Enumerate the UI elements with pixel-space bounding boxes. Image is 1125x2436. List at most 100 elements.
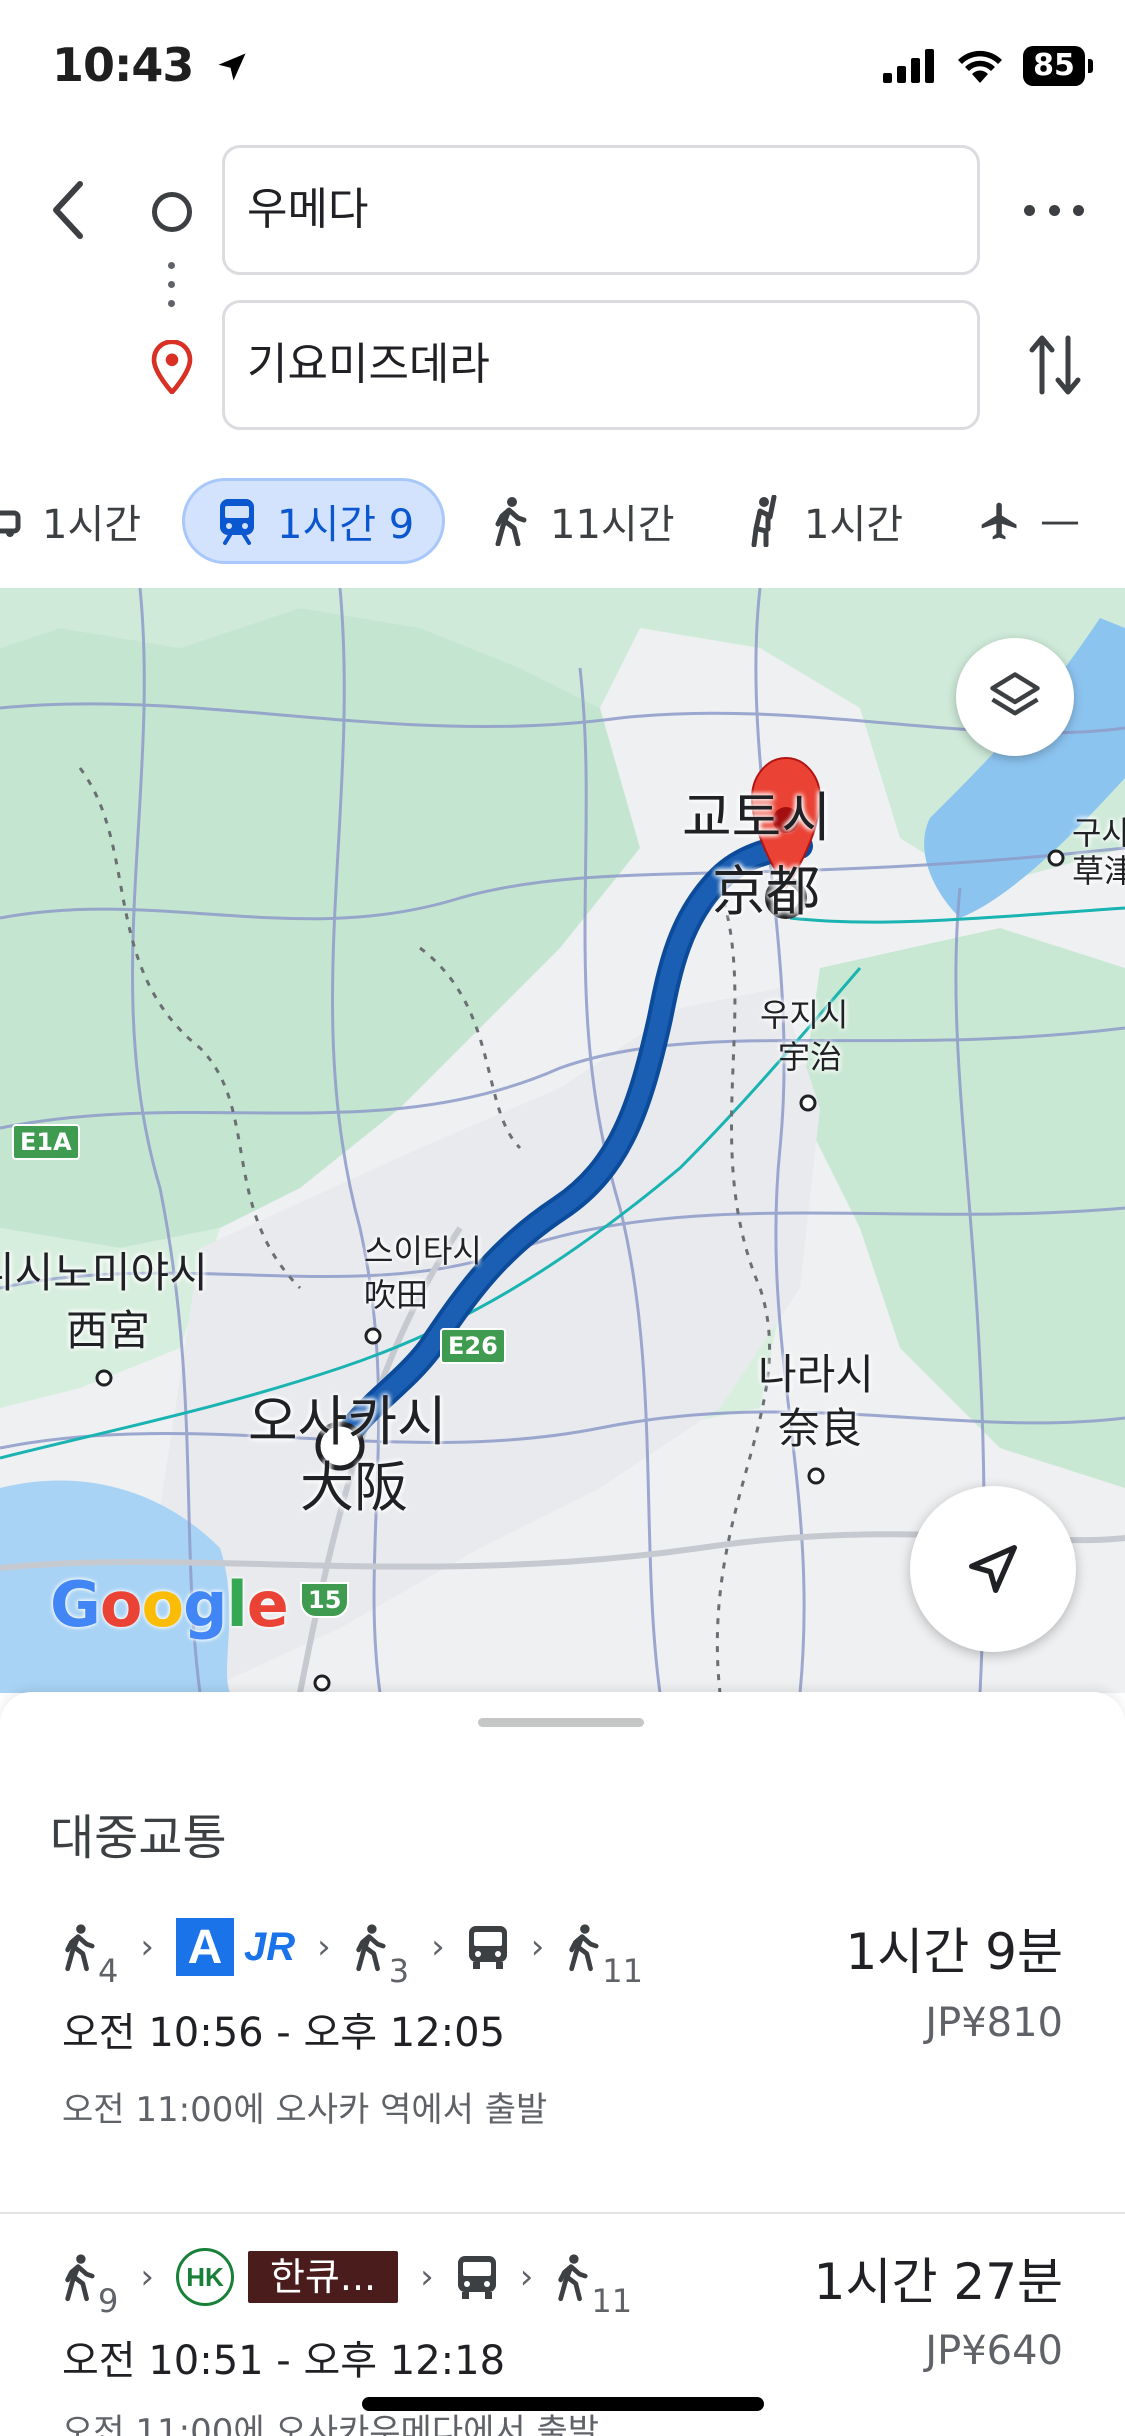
map-label-suita: 스이타시 xyxy=(364,1232,482,1270)
route-duration: 1시간 9분 xyxy=(845,1923,1063,1981)
origin-circle-icon xyxy=(152,192,192,232)
map-label-osaka-jp: 大阪 xyxy=(300,1456,408,1519)
map-label-nara: 나라시 xyxy=(758,1350,874,1399)
walk-icon xyxy=(488,496,532,546)
walk-minutes: 11 xyxy=(591,2282,633,2320)
route-fare: JP¥640 xyxy=(925,2328,1063,2374)
walk-minutes: 11 xyxy=(602,1952,644,1990)
route-fare: JP¥810 xyxy=(925,2000,1063,2046)
tab-ride-hail[interactable]: 1시간 xyxy=(742,478,903,564)
home-indicator[interactable] xyxy=(362,2397,764,2411)
route-steps: 4 › A JR › 3 › › 11 xyxy=(62,1902,643,1992)
car-icon xyxy=(0,496,24,546)
route-times: 오전 10:56 - 오후 12:05 xyxy=(62,2010,506,2056)
walk-minutes: 3 xyxy=(388,1952,410,1990)
chevron-right-icon: › xyxy=(420,2257,434,2297)
sheet-title: 대중교통 xyxy=(50,1810,227,1866)
destination-input[interactable]: 기요미즈데라 xyxy=(222,300,980,430)
walk-step: 9 xyxy=(62,2252,118,2320)
my-location-button[interactable] xyxy=(910,1486,1076,1652)
rail-line-badges: HK 한큐... xyxy=(175,2248,399,2306)
hankyu-line-name: 한큐... xyxy=(247,2251,399,2303)
route-times: 오전 10:51 - 오후 12:18 xyxy=(62,2338,506,2384)
walk-step: 3 xyxy=(353,1922,409,1990)
travel-mode-tabs: 1시간 1시간 9 11시간 1시간 — xyxy=(0,478,1125,568)
map-label-kusatsu-jp: 草津 xyxy=(1072,852,1125,890)
route-option-1[interactable]: 4 › A JR › 3 › › 11 1시간 9분 오전 10:56 - 오후 xyxy=(0,1902,1125,2212)
tab-drive[interactable]: 1시간 xyxy=(0,478,141,564)
battery-indicator: 85 xyxy=(1023,46,1093,86)
walk-icon xyxy=(569,1924,599,1972)
status-time: 10:43 xyxy=(52,38,250,92)
tab-drive-label: 1시간 xyxy=(42,502,142,548)
tab-transit[interactable]: 1시간 9 xyxy=(182,478,446,564)
walk-icon xyxy=(65,1924,95,1972)
map-label-nishinomiya-jp: 西宮 xyxy=(66,1306,151,1355)
route-header: 우메다 기요미즈데라 xyxy=(0,140,1125,440)
map-label-kyoto-jp: 京都 xyxy=(712,860,820,923)
walk-step: 11 xyxy=(555,2252,632,2320)
train-icon xyxy=(215,496,259,546)
tab-walk[interactable]: 11시간 xyxy=(488,478,675,564)
sheet-drag-handle[interactable] xyxy=(478,1718,644,1727)
route-shield-15: 15 xyxy=(300,1582,350,1618)
more-options-button[interactable] xyxy=(1024,190,1084,230)
bus-step xyxy=(456,2254,498,2300)
tab-walk-label: 11시간 xyxy=(550,502,675,548)
destination-pin-icon xyxy=(151,340,193,394)
tab-ride-label: 1시간 xyxy=(804,502,904,548)
highway-shield-e1a: E1A xyxy=(12,1124,80,1160)
layers-icon xyxy=(990,672,1040,716)
map-layers-button[interactable] xyxy=(956,638,1074,756)
map-label-osaka: 오사카시 xyxy=(248,1390,447,1453)
jr-logo: JR xyxy=(243,1924,296,1969)
hankyu-line-badge: HK xyxy=(175,2248,234,2306)
cellular-signal-icon xyxy=(883,49,934,83)
chevron-right-icon: › xyxy=(317,1927,331,1967)
map-label-uji: 우지시 xyxy=(760,996,849,1034)
chevron-right-icon: › xyxy=(140,2257,154,2297)
map-label-uji-jp: 宇治 xyxy=(778,1038,843,1076)
map-label-kusatsu: 구사 xyxy=(1072,814,1125,852)
highway-shield-e26: E26 xyxy=(440,1328,506,1364)
route-connector-dots xyxy=(166,262,176,312)
bus-icon xyxy=(468,1926,507,1969)
map-label-kyoto: 교토시 xyxy=(682,786,832,849)
bus-step xyxy=(467,1924,509,1970)
walk-icon xyxy=(65,2254,95,2302)
walk-icon xyxy=(558,2254,588,2302)
map-view[interactable]: 교토시 京都 구사 草津 우지시 宇治 스이타시 吹田 니시노미야시 西宮 오사… xyxy=(0,588,1125,1693)
chevron-right-icon: › xyxy=(140,1927,154,1967)
chevron-right-icon: › xyxy=(431,1927,445,1967)
tab-transit-label: 1시간 9 xyxy=(277,502,415,548)
rail-line-badges: A JR xyxy=(175,1918,296,1976)
google-logo: Google xyxy=(50,1568,289,1641)
tab-flight[interactable]: — xyxy=(978,478,1080,564)
status-bar: 10:43 85 xyxy=(0,0,1125,140)
route-duration: 1시간 27분 xyxy=(813,2253,1063,2311)
line-a-badge: A xyxy=(175,1918,234,1976)
location-arrow-icon xyxy=(218,53,246,81)
route-departure: 오전 11:00에 오사카 역에서 출발 xyxy=(62,2090,548,2130)
ride-hail-icon xyxy=(742,495,786,547)
directions-bottom-sheet[interactable]: 대중교통 4 › A JR › 3 › › 11 1시간 9분 오전 10:56… xyxy=(0,1692,1125,2436)
navigation-arrow-icon xyxy=(969,1545,1017,1593)
walk-minutes: 9 xyxy=(98,2282,119,2320)
walk-step: 4 xyxy=(62,1922,118,1990)
walk-icon xyxy=(356,1924,386,1972)
chevron-right-icon: › xyxy=(519,2257,534,2297)
map-label-suita-jp: 吹田 xyxy=(364,1276,429,1314)
map-label-nishinomiya: 니시노미야시 xyxy=(0,1248,208,1297)
back-arrow-icon xyxy=(53,181,83,239)
chevron-right-icon: › xyxy=(530,1927,545,1967)
swap-directions-button[interactable] xyxy=(1028,330,1082,400)
wifi-icon xyxy=(958,50,1002,83)
tab-flight-label: — xyxy=(1040,498,1080,544)
bus-icon xyxy=(457,2256,496,2299)
walk-step: 11 xyxy=(566,1922,643,1990)
back-button[interactable] xyxy=(38,170,98,250)
origin-input[interactable]: 우메다 xyxy=(222,145,980,275)
airplane-icon xyxy=(978,496,1022,546)
walk-minutes: 4 xyxy=(98,1952,119,1990)
route-steps: 9 › HK 한큐... › › 11 xyxy=(62,2232,632,2322)
